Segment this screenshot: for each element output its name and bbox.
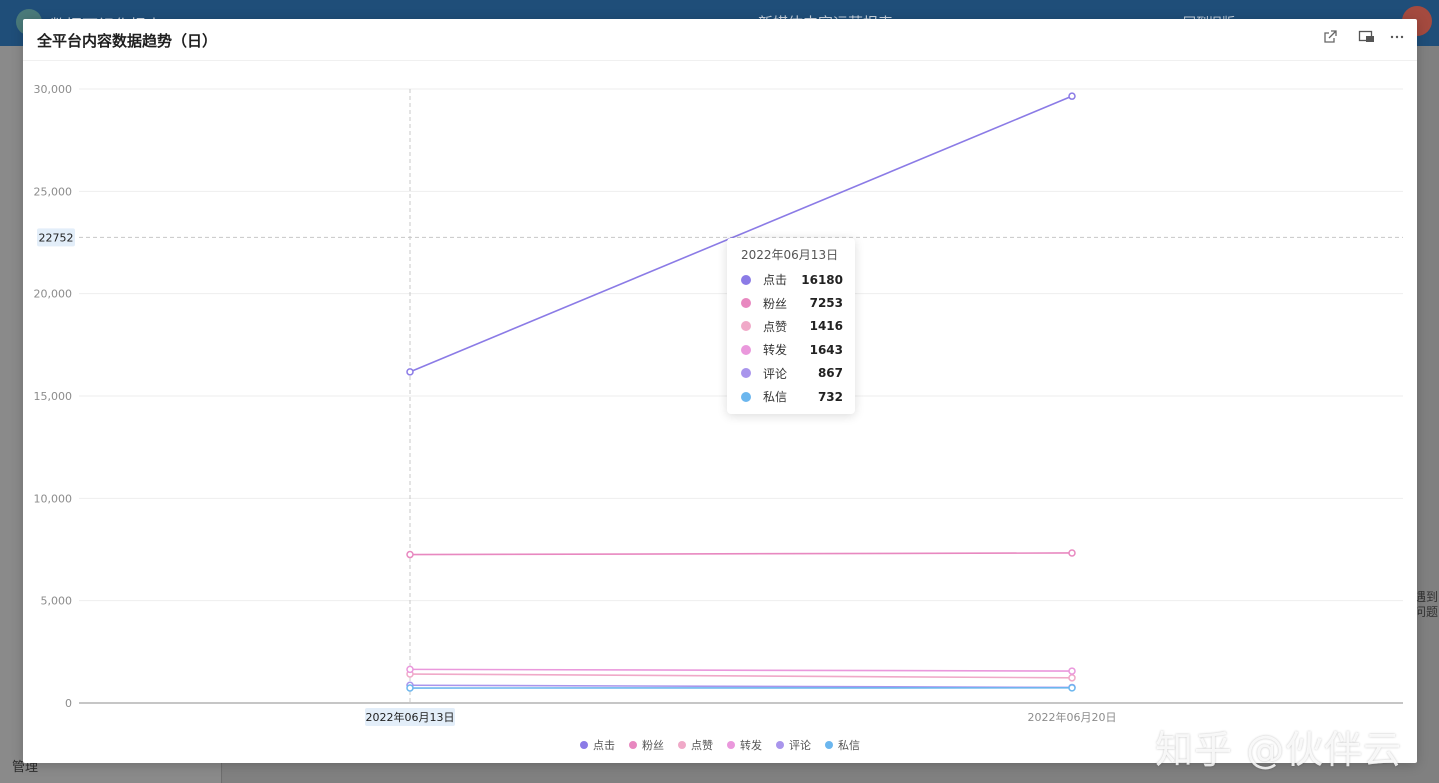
tooltip-series-value: 7253 [809,296,843,311]
tooltip-series-value: 1416 [809,319,843,334]
series-line-转发 [409,668,1073,672]
y-tick-label: 5,000 [41,595,73,608]
legend-label: 点赞 [691,739,713,752]
data-point-粉丝[interactable] [1068,549,1076,557]
y-tick-label: 10,000 [34,492,73,505]
tooltip-dot [741,391,751,402]
tooltip-dot [741,298,751,309]
crosshair-x-value: 2022年06月13日 [366,710,455,724]
y-tick-label: 30,000 [34,83,73,96]
tooltip-dot [741,274,751,285]
legend-label: 私信 [838,739,860,752]
x-tick-label: 2022年06月20日 [1028,710,1117,724]
data-point-转发[interactable] [1068,667,1076,675]
data-point-点击[interactable] [406,368,414,376]
tooltip-series-name: 点击 [763,273,788,288]
tooltip-row: 私信 732 [741,385,843,408]
data-point-点赞[interactable] [1068,674,1076,682]
legend-label: 粉丝 [642,739,664,752]
legend-label: 点击 [593,739,615,752]
legend-label: 评论 [789,739,811,752]
tooltip-row: 转发 1643 [741,338,843,361]
tooltip-series-name: 转发 [763,343,788,358]
legend-dot [776,741,784,749]
data-point-粉丝[interactable] [406,550,414,559]
y-tick-label: 15,000 [34,390,73,403]
legend-item-评论[interactable]: 评论 [776,737,811,753]
y-tick-label: 0 [65,697,72,710]
tooltip-series-value: 732 [817,389,843,404]
data-point-点击[interactable] [1068,92,1076,100]
tooltip-series-name: 私信 [763,390,788,405]
tooltip-dot [741,368,751,379]
chart-tooltip: 2022年06月13日 点击 16180 粉丝 7253 点赞 1416 转发 1643 评论 8… [727,238,855,414]
tooltip-series-name: 评论 [763,366,788,381]
data-point-私信[interactable] [1068,684,1076,692]
legend-item-粉丝[interactable]: 粉丝 [629,737,664,753]
tooltip-dot [741,344,751,355]
tooltip-dot [741,321,751,332]
legend-dot [727,741,735,749]
legend-item-私信[interactable]: 私信 [825,737,860,753]
tooltip-series-name: 点赞 [763,319,788,334]
legend-dot [629,741,637,749]
tooltip-row: 粉丝 7253 [741,291,843,314]
crosshair-y-value: 22752 [39,231,74,244]
tooltip-title: 2022年06月13日 [741,248,839,262]
legend-dot [678,741,686,749]
tooltip-series-value: 867 [817,366,843,381]
series-line-点赞 [409,673,1073,679]
tooltip-row: 评论 867 [741,362,843,385]
tooltip-row: 点击 16180 [741,268,843,291]
legend-dot [580,741,588,749]
y-tick-label: 25,000 [34,185,73,198]
tooltip-series-value: 16180 [801,272,843,287]
tooltip-row: 点赞 1416 [741,315,843,338]
legend-dot [825,741,833,749]
legend-item-转发[interactable]: 转发 [727,737,762,753]
chart-modal: 全平台内容数据趋势（日） 0 5,000 10,000 15,000 20,000 25,… [23,19,1417,772]
legend-label: 转发 [740,739,762,752]
legend-item-点击[interactable]: 点击 [580,737,615,753]
series-line-粉丝 [409,552,1073,556]
watermark: 知乎 @伙伴云 [1155,728,1403,772]
y-tick-label: 20,000 [34,288,73,301]
tooltip-series-value: 1643 [809,342,843,357]
data-point-转发[interactable] [406,665,414,674]
line-chart[interactable]: 0 5,000 10,000 15,000 20,000 25,000 30,000 2022… [23,19,1417,763]
legend-item-点赞[interactable]: 点赞 [678,737,713,753]
data-point-私信[interactable] [406,684,414,692]
tooltip-series-name: 粉丝 [763,296,788,311]
